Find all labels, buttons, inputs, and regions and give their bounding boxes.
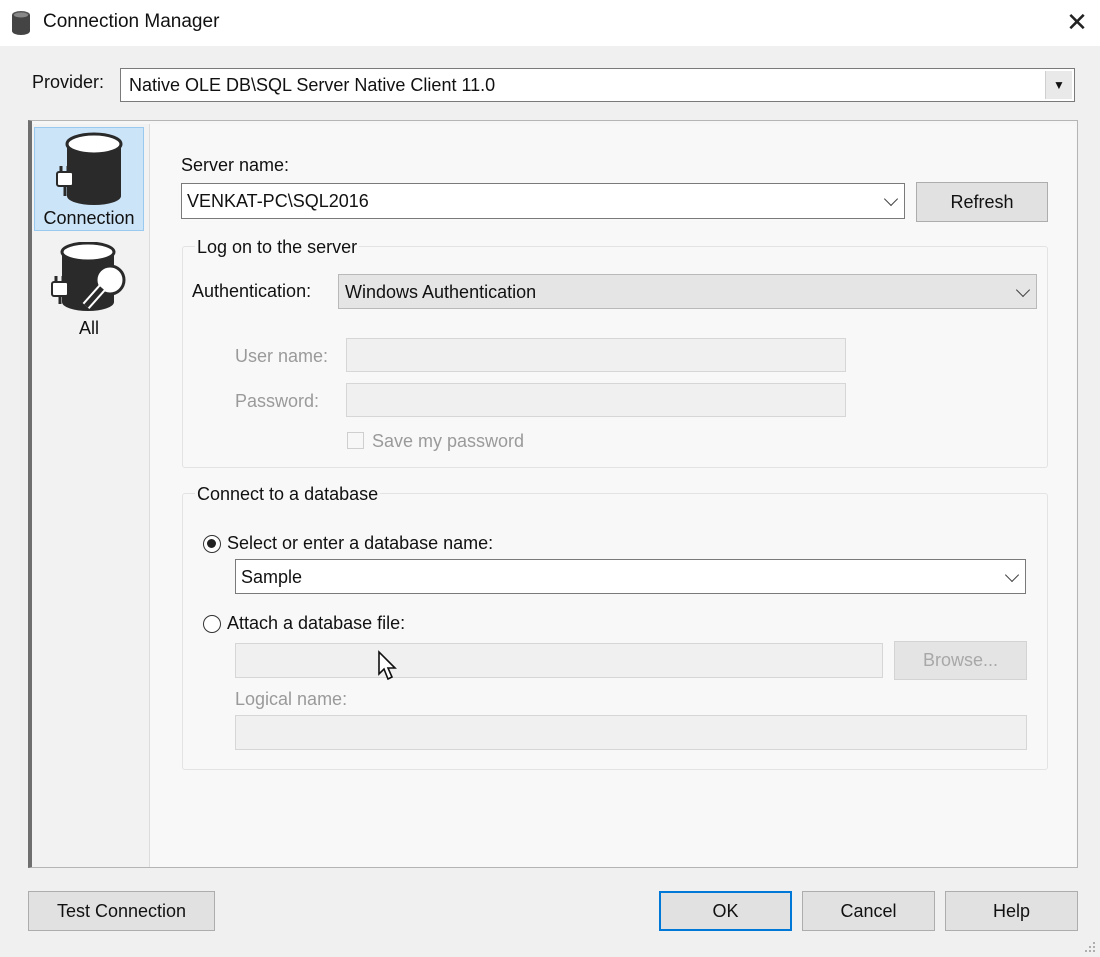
password-input[interactable] xyxy=(346,383,846,417)
ok-label: OK xyxy=(712,900,739,921)
test-connection-button[interactable]: Test Connection xyxy=(28,891,215,931)
help-button[interactable]: Help xyxy=(945,891,1078,931)
close-button[interactable]: ✕ xyxy=(1054,0,1100,44)
dropdown-arrow-icon[interactable]: ▼ xyxy=(1045,71,1072,99)
title-bar: Connection Manager ✕ xyxy=(0,0,1100,46)
username-input[interactable] xyxy=(346,338,846,372)
nav-item-all[interactable]: All xyxy=(34,238,144,338)
database-group-title: Connect to a database xyxy=(195,484,381,505)
password-label: Password: xyxy=(235,391,320,411)
nav-item-connection[interactable]: Connection xyxy=(34,127,144,231)
attach-database-radio[interactable] xyxy=(203,615,221,633)
nav-panel xyxy=(32,124,150,867)
server-name-label: Server name: xyxy=(181,155,290,175)
resize-grip-icon[interactable] xyxy=(1084,941,1096,953)
save-password-label: Save my password xyxy=(372,431,525,451)
database-icon xyxy=(12,11,30,35)
cancel-button[interactable]: Cancel xyxy=(802,891,935,931)
refresh-label: Refresh xyxy=(950,191,1014,212)
server-name-combo[interactable]: VENKAT-PC\SQL2016 xyxy=(181,183,905,219)
logical-name-input[interactable] xyxy=(235,715,1027,750)
database-plug-icon xyxy=(56,132,123,205)
save-password-checkbox[interactable] xyxy=(347,432,364,449)
attach-database-label: Attach a database file: xyxy=(227,613,406,633)
authentication-dropdown[interactable]: Windows Authentication xyxy=(338,274,1037,309)
window-title: Connection Manager xyxy=(43,11,220,32)
refresh-button[interactable]: Refresh xyxy=(916,182,1048,222)
ok-button[interactable]: OK xyxy=(659,891,792,931)
authentication-value: Windows Authentication xyxy=(345,282,537,302)
server-name-value: VENKAT-PC\SQL2016 xyxy=(187,191,369,211)
mouse-cursor-icon xyxy=(378,650,397,681)
chevron-down-icon[interactable] xyxy=(1004,567,1020,582)
provider-label: Provider: xyxy=(32,72,105,92)
chevron-down-icon[interactable] xyxy=(883,191,899,207)
chevron-down-icon[interactable] xyxy=(1015,282,1031,297)
select-database-label: Select or enter a database name: xyxy=(227,533,494,553)
select-database-radio[interactable] xyxy=(203,535,221,553)
database-wrench-icon xyxy=(51,242,126,311)
close-icon: ✕ xyxy=(1066,6,1088,37)
test-connection-label: Test Connection xyxy=(56,900,187,921)
browse-label: Browse... xyxy=(922,650,999,670)
browse-button[interactable]: Browse... xyxy=(894,641,1027,680)
nav-label-all: All xyxy=(78,318,99,338)
cancel-label: Cancel xyxy=(840,900,897,921)
username-label: User name: xyxy=(235,346,329,366)
authentication-label: Authentication: xyxy=(192,281,312,301)
nav-label-connection: Connection xyxy=(43,208,135,228)
database-name-combo[interactable]: Sample xyxy=(235,559,1026,594)
provider-dropdown[interactable]: Native OLE DB\SQL Server Native Client 1… xyxy=(120,68,1075,102)
database-name-value: Sample xyxy=(241,567,303,587)
help-label: Help xyxy=(992,900,1031,921)
provider-value: Native OLE DB\SQL Server Native Client 1… xyxy=(129,75,496,95)
logical-name-label: Logical name: xyxy=(235,689,348,709)
database-file-input[interactable] xyxy=(235,643,883,678)
logon-group-title: Log on to the server xyxy=(195,237,360,258)
